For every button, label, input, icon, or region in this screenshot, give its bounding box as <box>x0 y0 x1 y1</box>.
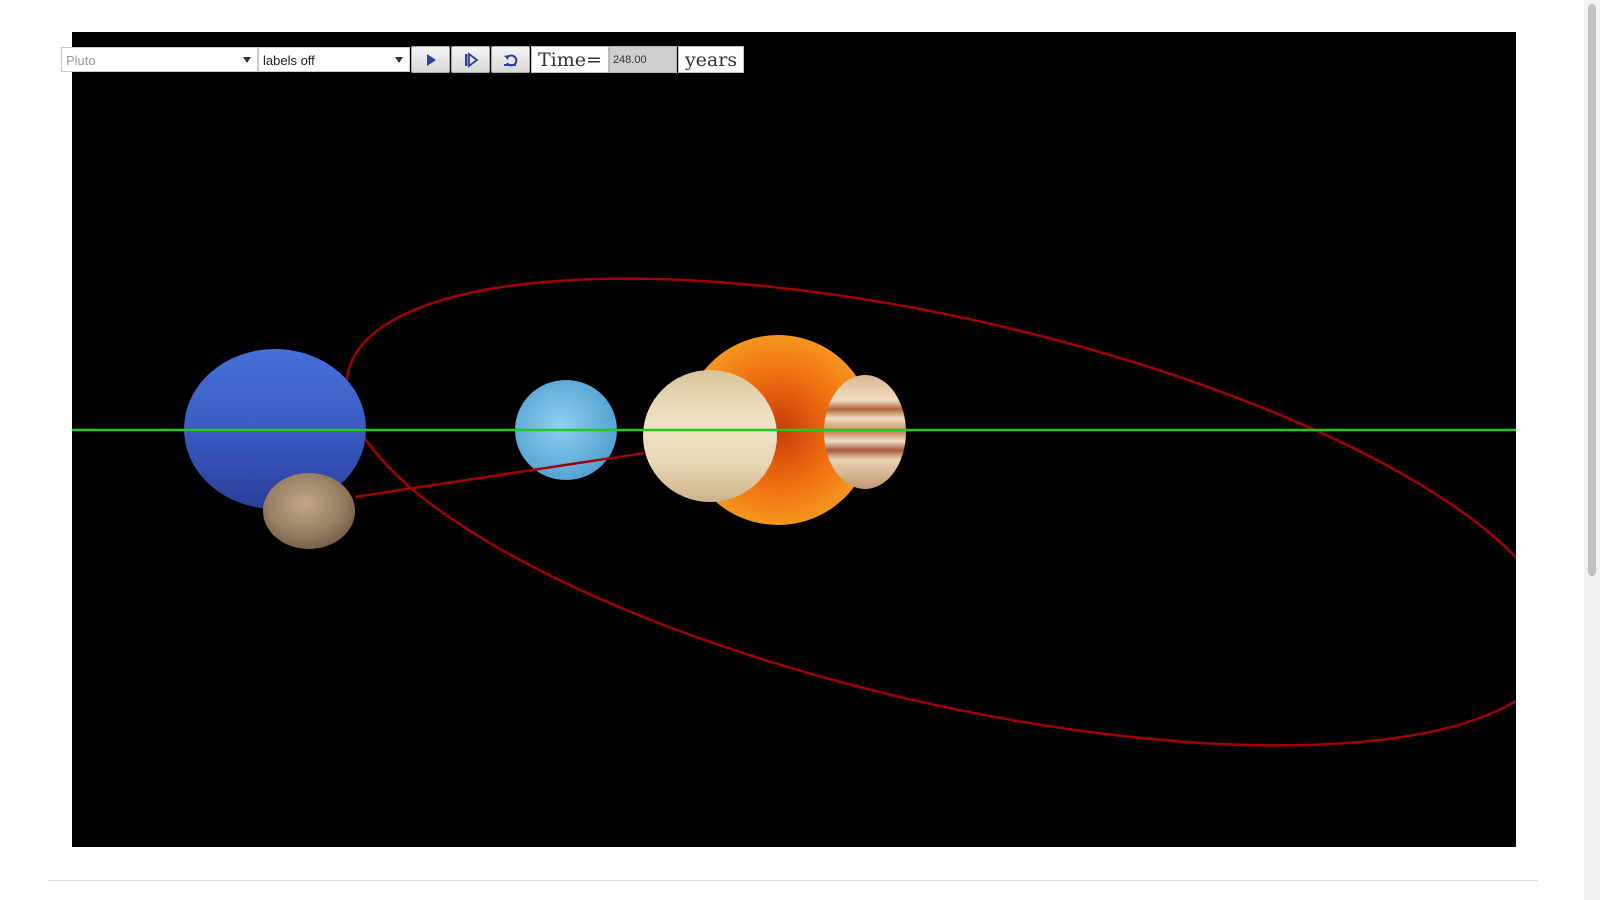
time-unit-label: years <box>677 46 745 73</box>
labels-select-value: labels off <box>263 53 315 68</box>
page-divider <box>48 880 1538 881</box>
body-select-value: Pluto <box>66 53 96 68</box>
pluto-radius-line <box>354 451 645 499</box>
time-label: Time= <box>531 46 609 73</box>
saturn <box>643 370 777 502</box>
play-button[interactable] <box>411 46 450 73</box>
step-forward-button[interactable] <box>451 46 490 73</box>
reset-icon <box>503 54 517 66</box>
time-value-field[interactable]: 248.00 <box>608 46 677 73</box>
labels-select[interactable]: labels off <box>258 47 410 72</box>
reset-button[interactable] <box>491 46 530 73</box>
simulation-toolbar: Pluto labels off Time= 248.00 years <box>61 46 745 73</box>
chevron-down-icon <box>395 57 403 63</box>
pluto-orbit <box>345 277 1516 747</box>
body-select[interactable]: Pluto <box>61 47 258 72</box>
jupiter <box>824 375 906 489</box>
page-scrollbar[interactable] <box>1584 0 1600 900</box>
step-forward-icon <box>464 51 478 68</box>
orbit-scene <box>72 277 1516 747</box>
chevron-down-icon <box>243 57 251 63</box>
pluto <box>263 473 355 549</box>
scrollbar-thumb[interactable] <box>1588 4 1596 576</box>
play-icon <box>426 53 436 66</box>
simulation-canvas[interactable] <box>72 32 1516 847</box>
